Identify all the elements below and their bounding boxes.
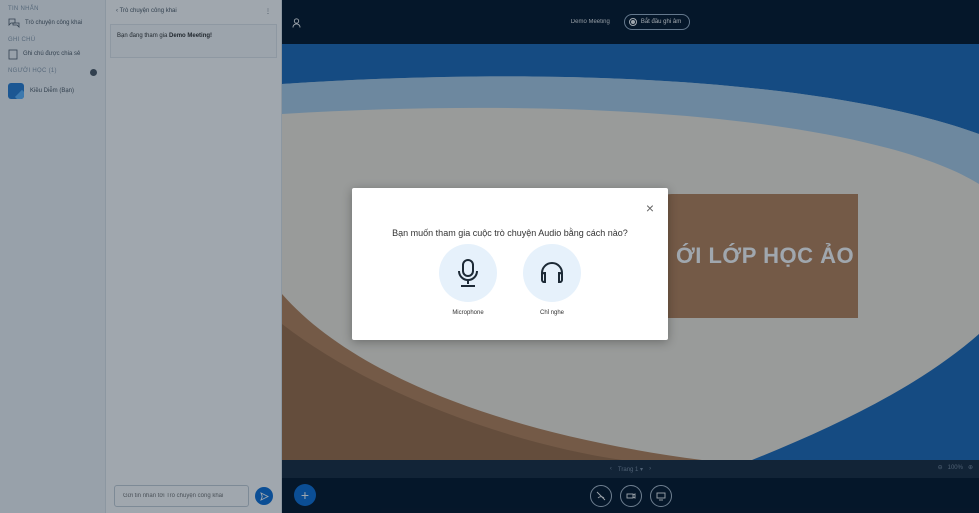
microphone-option[interactable]: Microphone [437, 244, 499, 316]
listen-only-label: Chỉ nghe [539, 310, 565, 316]
headphones-icon [541, 262, 563, 283]
close-icon[interactable]: × [646, 200, 654, 216]
listen-only-button[interactable] [523, 244, 581, 302]
modal-title: Bạn muốn tham gia cuộc trò chuyện Audio … [392, 228, 628, 238]
app-root: Tin nhắn Trò chuyện công khai Ghi chú Gh… [0, 0, 979, 513]
listen-only-option[interactable]: Chỉ nghe [521, 244, 583, 316]
microphone-label: Microphone [452, 310, 484, 316]
microphone-button[interactable] [439, 244, 497, 302]
audio-options: Microphone Chỉ nghe [352, 244, 668, 316]
audio-join-modal: × Bạn muốn tham gia cuộc trò chuyện Audi… [352, 188, 668, 340]
microphone-icon [458, 259, 478, 287]
